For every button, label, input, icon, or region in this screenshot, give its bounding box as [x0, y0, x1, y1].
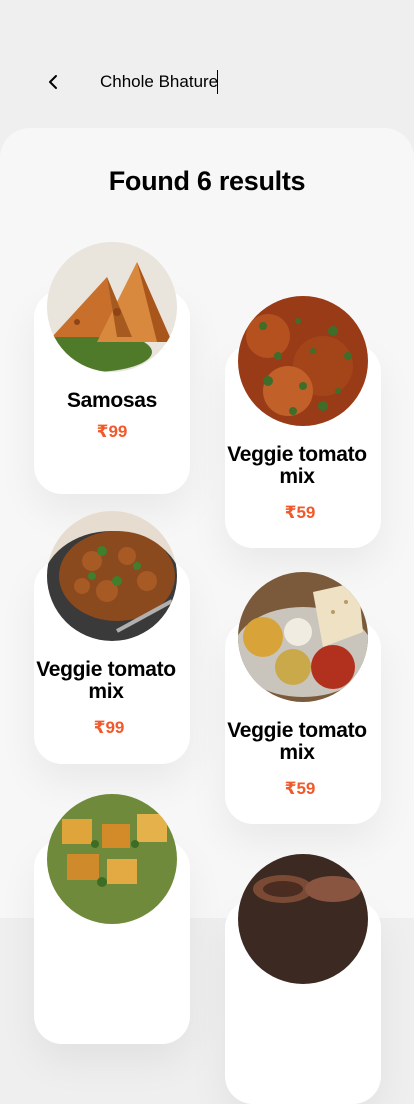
food-card-name: Samosas — [66, 389, 158, 412]
clay-pots-image — [238, 854, 368, 984]
paneer-tikka-image — [47, 794, 177, 924]
header — [0, 0, 414, 140]
food-card-price: ₹59 — [284, 779, 316, 798]
food-card-price: ₹99 — [96, 422, 128, 441]
food-card-price: ₹99 — [93, 718, 125, 737]
food-card-name: Veggie tomato mix — [227, 443, 367, 488]
text-cursor — [217, 70, 218, 94]
stir-fry-image — [47, 511, 177, 641]
results-title: Found 6 results — [108, 166, 306, 196]
back-button[interactable] — [42, 70, 66, 94]
search-input[interactable] — [100, 70, 350, 94]
chevron-left-icon — [49, 75, 57, 89]
thali-image — [238, 572, 368, 702]
food-card-name: Veggie tomato mix — [36, 658, 176, 703]
food-card-name: Veggie tomato mix — [227, 719, 367, 764]
samosa-image — [47, 242, 177, 372]
food-card-price: ₹59 — [284, 503, 316, 522]
curry-image — [238, 296, 368, 426]
